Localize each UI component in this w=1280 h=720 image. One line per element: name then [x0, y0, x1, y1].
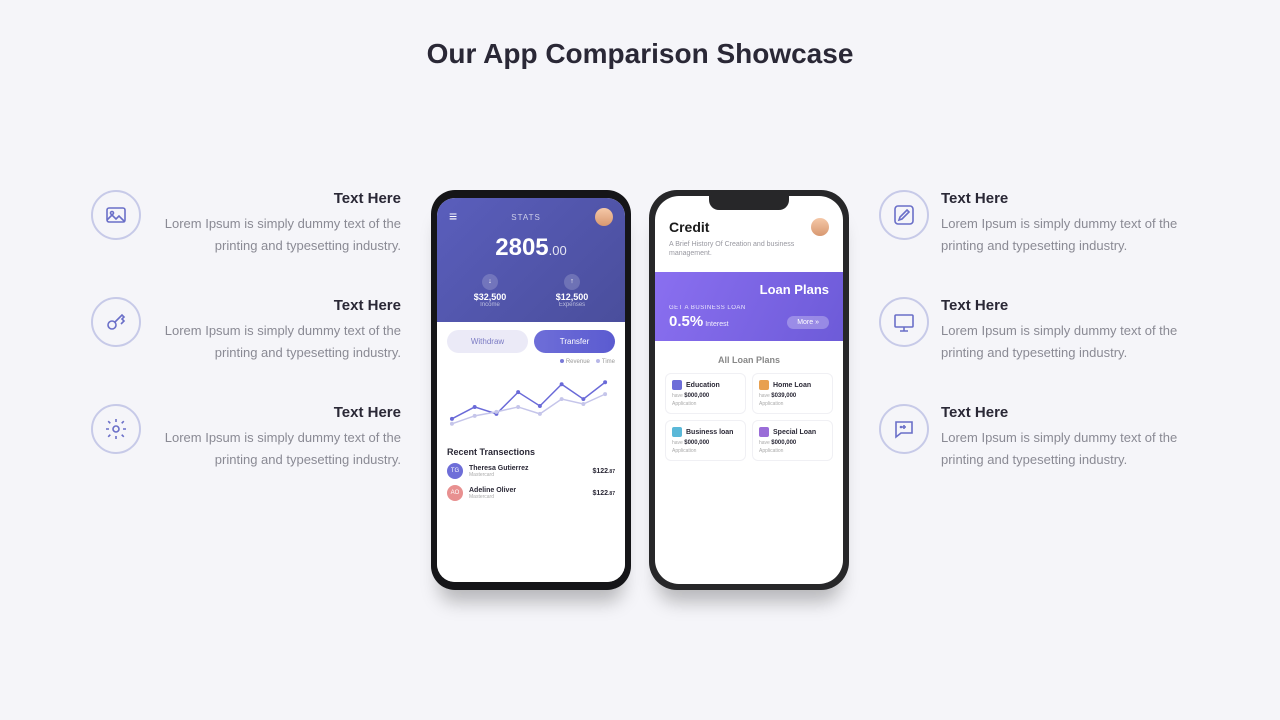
- feature-desc: Lorem Ipsum is simply dummy text of the …: [941, 213, 1189, 257]
- avatar-initials: AO: [447, 485, 463, 501]
- left-features: Text Here Lorem Ipsum is simply dummy te…: [91, 190, 401, 472]
- withdraw-button[interactable]: Withdraw: [447, 330, 528, 353]
- recent-title: Recent Transections: [447, 447, 615, 457]
- card-icon: [759, 427, 769, 437]
- chart-legend: RevenueTime: [447, 359, 615, 365]
- phone-android: ≡ STATS 2805.00 ↓ $32,500 Income: [431, 190, 631, 590]
- feature-desc: Lorem Ipsum is simply dummy text of the …: [153, 213, 401, 257]
- feature-title: Text Here: [941, 190, 1189, 207]
- banner-label: GET A BUSINESS LOAN: [669, 305, 829, 311]
- avatar-initials: TG: [447, 463, 463, 479]
- loan-card-home[interactable]: Home Loan have $039,000 Application: [752, 373, 833, 414]
- balance: 2805.00: [449, 234, 613, 262]
- feature-left-1: Text Here Lorem Ipsum is simply dummy te…: [91, 190, 401, 257]
- phones-mockup: ≡ STATS 2805.00 ↓ $32,500 Income: [431, 190, 849, 590]
- key-icon: [91, 297, 141, 347]
- stats-label: STATS: [511, 213, 541, 222]
- line-chart: [447, 369, 615, 439]
- feature-right-3: Text Here Lorem Ipsum is simply dummy te…: [879, 404, 1189, 471]
- credit-subtitle: A Brief History Of Creation and business…: [669, 240, 829, 258]
- chat-icon: [879, 404, 929, 454]
- loan-card-business[interactable]: Business loan have $000,000 Application: [665, 420, 746, 461]
- loan-card-education[interactable]: Education have $000,000 Application: [665, 373, 746, 414]
- feature-desc: Lorem Ipsum is simply dummy text of the …: [153, 427, 401, 471]
- feature-title: Text Here: [153, 190, 401, 207]
- feature-left-2: Text Here Lorem Ipsum is simply dummy te…: [91, 297, 401, 364]
- banner-title: Loan Plans: [669, 282, 829, 297]
- feature-desc: Lorem Ipsum is simply dummy text of the …: [941, 320, 1189, 364]
- upload-icon: ↑: [564, 274, 580, 290]
- download-icon: ↓: [482, 274, 498, 290]
- monitor-icon: [879, 297, 929, 347]
- right-features: Text Here Lorem Ipsum is simply dummy te…: [879, 190, 1189, 472]
- feature-right-1: Text Here Lorem Ipsum is simply dummy te…: [879, 190, 1189, 257]
- menu-icon[interactable]: ≡: [449, 212, 457, 222]
- page-title: Our App Comparison Showcase: [60, 38, 1220, 70]
- image-icon: [91, 190, 141, 240]
- phone-iphone: Credit A Brief History Of Creation and b…: [649, 190, 849, 590]
- feature-title: Text Here: [941, 297, 1189, 314]
- expenses-stat: ↑ $12,500 Expenses: [556, 274, 589, 308]
- feature-right-2: Text Here Lorem Ipsum is simply dummy te…: [879, 297, 1189, 364]
- feature-desc: Lorem Ipsum is simply dummy text of the …: [941, 427, 1189, 471]
- transfer-button[interactable]: Transfer: [534, 330, 615, 353]
- more-button[interactable]: More »: [787, 316, 829, 329]
- notch: [709, 196, 789, 210]
- income-stat: ↓ $32,500 Income: [474, 274, 507, 308]
- card-icon: [759, 380, 769, 390]
- feature-title: Text Here: [153, 404, 401, 421]
- feature-title: Text Here: [153, 297, 401, 314]
- feature-desc: Lorem Ipsum is simply dummy text of the …: [153, 320, 401, 364]
- card-icon: [672, 380, 682, 390]
- feature-title: Text Here: [941, 404, 1189, 421]
- gear-icon: [91, 404, 141, 454]
- card-icon: [672, 427, 682, 437]
- transaction-row[interactable]: AO Adeline Oliver Mastercard $122.87: [447, 485, 615, 501]
- avatar[interactable]: [811, 218, 829, 236]
- credit-title: Credit: [669, 219, 709, 235]
- avatar[interactable]: [595, 208, 613, 226]
- all-plans-label: All Loan Plans: [655, 355, 843, 365]
- feature-left-3: Text Here Lorem Ipsum is simply dummy te…: [91, 404, 401, 471]
- loan-card-special[interactable]: Special Loan have $000,000 Application: [752, 420, 833, 461]
- loan-banner: Loan Plans GET A BUSINESS LOAN 0.5%Inter…: [655, 272, 843, 341]
- edit-icon: [879, 190, 929, 240]
- transaction-row[interactable]: TG Theresa Gutierrez Mastercard $122.87: [447, 463, 615, 479]
